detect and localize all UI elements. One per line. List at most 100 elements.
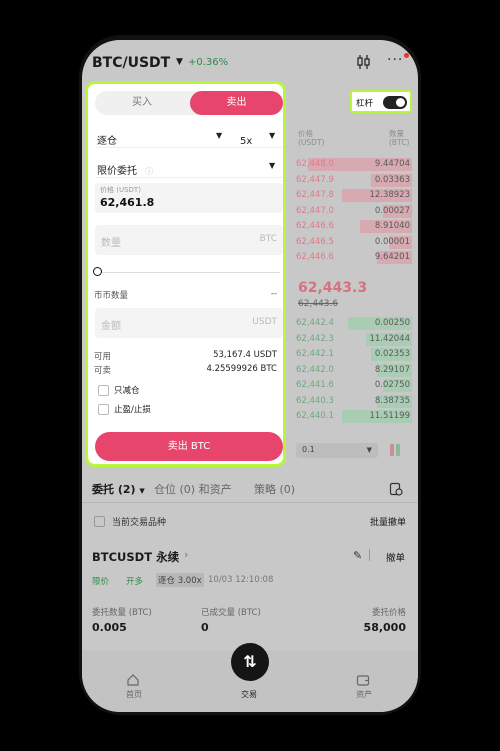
sell-button[interactable]: 卖出 BTC (95, 432, 283, 461)
book-qty: 0.00250 (374, 318, 410, 328)
nav-trade-label[interactable]: 交易 (241, 689, 257, 700)
book-price: 62,440.3 (296, 395, 334, 406)
tag-margin: 逐仓 3.00x (156, 573, 204, 587)
order-qty-value: 0.005 (92, 621, 127, 634)
order-type-select[interactable]: 限价委托 ⓘ (97, 159, 153, 178)
bid-row[interactable]: 62,442.1 0.02353 (296, 346, 412, 362)
tpsl-checkbox[interactable] (98, 404, 109, 415)
tag-open-long: 开多 (126, 577, 144, 587)
bid-row[interactable]: 62,440.1 11.51199 (296, 408, 412, 424)
app-screen: BTC/USDT ▼ +0.36% ··· 杠杆 价格 (USDT) 数量 (B… (82, 40, 418, 712)
price-change: +0.36% (188, 57, 229, 68)
chevron-right-icon[interactable]: › (184, 548, 188, 561)
bid-row[interactable]: 62,440.3 8.38735 (296, 393, 412, 409)
sellable-label: 可卖 (94, 366, 112, 376)
order-timestamp: 10/03 12:10:08 (208, 575, 274, 585)
tab-sell[interactable]: 卖出 (190, 91, 283, 115)
candlestick-icon[interactable] (356, 54, 372, 74)
book-price: 62,448.0 (296, 159, 334, 169)
bid-row[interactable]: 62,442.4 0.00250 (296, 315, 412, 331)
leverage-select[interactable]: 5x (240, 129, 252, 148)
tpsl-label: 止盈/止损 (114, 405, 151, 415)
toggle-switch[interactable] (383, 96, 407, 109)
book-qty: 8.91040 (374, 221, 410, 231)
amount-input[interactable]: 金额 USDT (95, 308, 283, 338)
info-icon[interactable]: ⓘ (145, 167, 153, 176)
tab-strategy[interactable]: 策略 (0) (254, 481, 295, 497)
book-qty: 8.29107 (374, 364, 410, 375)
ask-row[interactable]: 62,447.8 12.38923 (296, 187, 412, 203)
book-qty: 0.00027 (374, 205, 410, 216)
amount-slider-handle[interactable] (93, 267, 102, 276)
book-qty: 12.38923 (369, 190, 410, 200)
cancel-order-button[interactable]: 撤单 (386, 550, 405, 564)
current-pair-checkbox[interactable] (94, 516, 105, 527)
leverage-label: 杠杆 (356, 99, 374, 109)
available-label: 可用 (94, 352, 112, 362)
precision-value: 0.1 (302, 445, 315, 454)
toggle-knob (396, 98, 405, 107)
bid-row[interactable]: 62,442.0 8.29107 (296, 362, 412, 378)
ask-row[interactable]: 62,446.6 8.91040 (296, 218, 412, 234)
amount-slider-track[interactable] (100, 272, 280, 273)
leverage-toggle[interactable]: 杠杆 (350, 90, 412, 113)
book-price: 62,446.6 (296, 221, 334, 231)
trade-swap-icon[interactable]: ⇅ (231, 643, 269, 681)
amount-unit: USDT (252, 317, 277, 327)
chevron-down-icon[interactable]: ▼ (216, 131, 222, 140)
book-price: 62,447.9 (296, 174, 334, 185)
nav-assets-label[interactable]: 资产 (356, 689, 372, 700)
quantity-unit: BTC (259, 234, 277, 244)
nav-home-label[interactable]: 首页 (126, 689, 142, 700)
filled-qty-value: 0 (201, 621, 209, 634)
ask-row[interactable]: 62,446.5 0.00001 (296, 234, 412, 250)
book-price: 62,442.3 (296, 333, 334, 344)
depth-view-icon[interactable] (388, 443, 404, 458)
margin-mode-select[interactable]: 逐仓 (97, 129, 117, 148)
pair-title[interactable]: BTC/USDT (92, 55, 170, 71)
tab-orders-label: 委托 (2) (92, 483, 136, 496)
contract-title[interactable]: BTCUSDT 永续 (92, 549, 179, 565)
divider (95, 147, 283, 148)
ask-row[interactable]: 62,447.9 0.03363 (296, 172, 412, 188)
batch-cancel-button[interactable]: 批量撤单 (370, 515, 406, 528)
ask-row[interactable]: 62,448.0 9.44704 (296, 156, 412, 172)
tab-positions[interactable]: 仓位 (0) 和资产 (154, 481, 232, 497)
quantity-input[interactable]: 数量 BTC (95, 225, 283, 255)
reduce-only-checkbox[interactable] (98, 385, 109, 396)
side-switch: 买入 卖出 (95, 91, 283, 115)
more-icon[interactable]: ··· (387, 52, 403, 68)
book-qty: 0.02353 (374, 349, 410, 359)
book-qty: 0.03363 (374, 174, 410, 185)
reduce-only-label: 只减仓 (114, 386, 140, 396)
quantity-placeholder: 数量 (101, 238, 121, 249)
tag-limit: 限价 (92, 577, 110, 587)
book-qty: 11.51199 (369, 411, 410, 421)
tab-buy[interactable]: 买入 (95, 91, 189, 115)
chevron-down-icon[interactable]: ▼ (176, 57, 183, 67)
notification-dot (404, 53, 409, 58)
price-input[interactable]: 价格 (USDT) 62,461.8 (95, 183, 283, 213)
order-price-label: 委托价格 (371, 608, 406, 618)
divider (82, 502, 418, 503)
order-history-icon[interactable] (389, 481, 403, 500)
margin-mode-value: 逐仓 (97, 136, 117, 147)
book-qty: 8.38735 (374, 395, 410, 406)
book-qty: 9.44704 (374, 159, 410, 169)
bid-row[interactable]: 62,441.6 0.02750 (296, 377, 412, 393)
book-qty: 9.64201 (374, 252, 410, 262)
bid-row[interactable]: 62,442.3 11.42044 (296, 331, 412, 347)
precision-select[interactable]: 0.1 ▼ (296, 443, 378, 458)
order-qty-label: 委托数量 (BTC) (92, 608, 152, 618)
edit-icon[interactable]: ✎ (353, 549, 362, 562)
order-type-value: 限价委托 (97, 166, 137, 177)
ask-row[interactable]: 62,446.6 9.64201 (296, 249, 412, 265)
coin-qty-label: 币币数量 (94, 291, 129, 301)
chevron-down-icon[interactable]: ▼ (269, 161, 275, 170)
chevron-down-icon: ▼ (366, 446, 372, 454)
trade-panel: 买入 卖出 逐仓 ▼ 5x ▼ 限价委托 ⓘ ▼ 价格 (USDT) 62,46… (85, 81, 286, 467)
tab-orders[interactable]: 委托 (2) ▼ (92, 481, 145, 497)
book-price: 62,442.0 (296, 364, 334, 375)
ask-row[interactable]: 62,447.0 0.00027 (296, 203, 412, 219)
chevron-down-icon[interactable]: ▼ (269, 131, 275, 140)
